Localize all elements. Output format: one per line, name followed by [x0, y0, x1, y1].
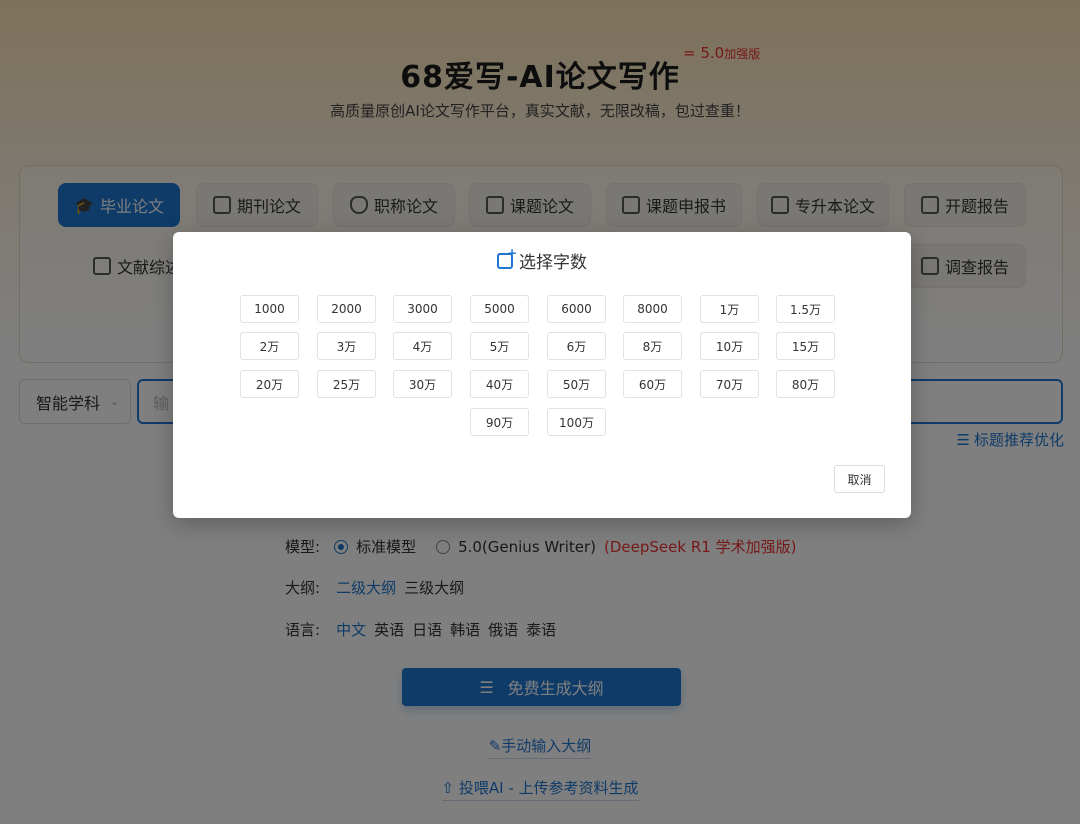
word-count-option[interactable]: 15万	[776, 332, 835, 360]
word-count-option[interactable]: 1.5万	[776, 295, 835, 323]
word-count-option[interactable]: 25万	[317, 370, 376, 398]
word-count-option[interactable]: 6000	[547, 295, 606, 323]
word-count-option[interactable]: 3000	[393, 295, 452, 323]
word-count-option[interactable]: 8万	[623, 332, 682, 360]
word-count-option[interactable]: 1000	[240, 295, 299, 323]
word-count-option[interactable]: 70万	[700, 370, 759, 398]
word-count-option[interactable]: 50万	[547, 370, 606, 398]
cancel-button[interactable]: 取消	[834, 465, 885, 493]
word-count-option[interactable]: 30万	[393, 370, 452, 398]
word-count-icon	[497, 246, 517, 269]
word-count-option[interactable]: 6万	[547, 332, 606, 360]
word-count-option[interactable]: 90万	[470, 408, 529, 436]
word-count-option[interactable]: 1万	[700, 295, 759, 323]
page: 68爱写-AI论文写作 = 5.0加强版 高质量原创AI论文写作平台，真实文献，…	[0, 0, 1080, 824]
word-count-option[interactable]: 8000	[623, 295, 682, 323]
word-count-option[interactable]: 20万	[240, 370, 299, 398]
word-count-option[interactable]: 5000	[470, 295, 529, 323]
modal-title: 选择字数	[173, 246, 911, 273]
word-count-option[interactable]: 80万	[776, 370, 835, 398]
word-count-option[interactable]: 60万	[623, 370, 682, 398]
word-count-option[interactable]: 3万	[317, 332, 376, 360]
word-count-option[interactable]: 2000	[317, 295, 376, 323]
word-count-modal: 选择字数 1000 2000 3000 5000 6000 8000 1万 1.5万 2万 3万 4…	[173, 232, 911, 518]
word-count-option[interactable]: 10万	[700, 332, 759, 360]
word-count-option[interactable]: 100万	[547, 408, 606, 436]
word-count-option[interactable]: 2万	[240, 332, 299, 360]
word-count-option[interactable]: 5万	[470, 332, 529, 360]
word-count-option[interactable]: 4万	[393, 332, 452, 360]
word-count-option[interactable]: 40万	[470, 370, 529, 398]
